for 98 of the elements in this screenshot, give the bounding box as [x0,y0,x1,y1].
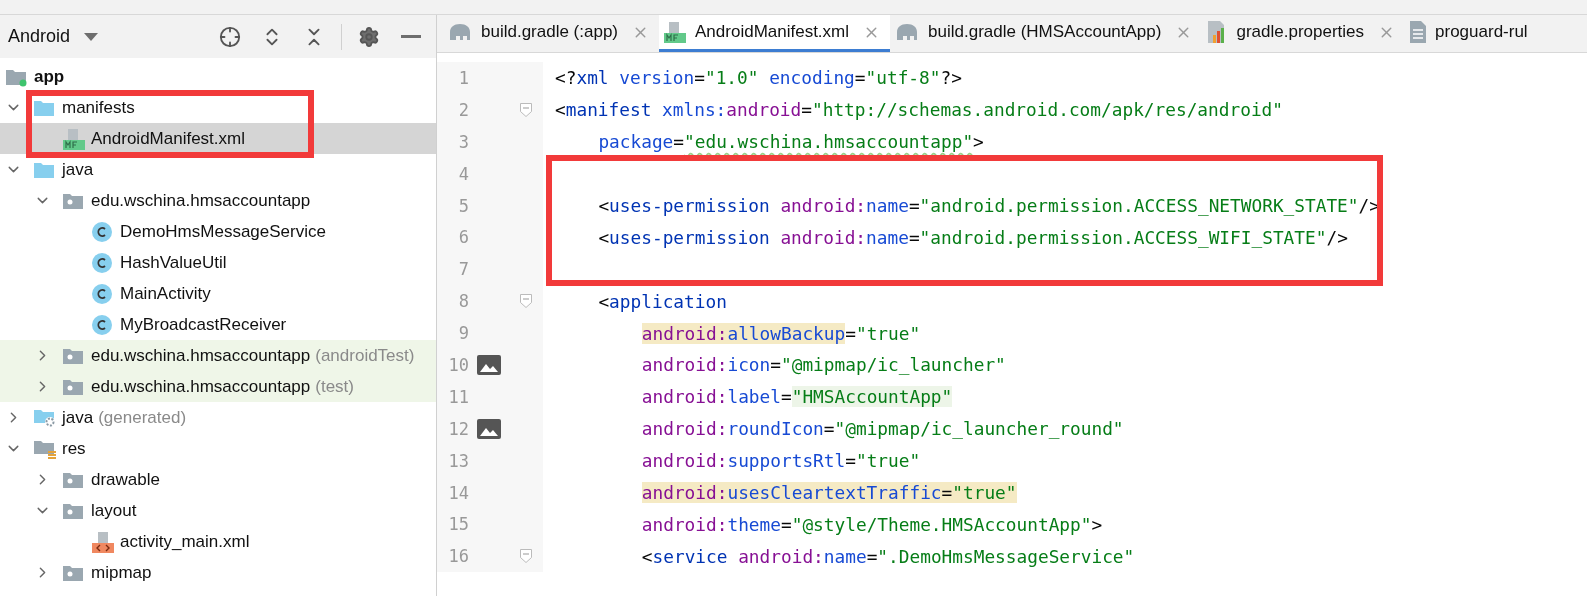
fold-marker-icon[interactable] [520,102,532,117]
line-number: 15 [447,514,469,535]
elephant-icon [447,22,473,42]
tree-item[interactable]: MyBroadcastReceiver [0,309,436,340]
class-icon [91,313,113,336]
class-icon [91,282,113,305]
package-folder-icon [62,191,84,210]
item-name: drawable [91,469,160,490]
minimize-icon [401,35,421,38]
line-number: 2 [457,99,469,120]
code-line: <manifest xmlns:android="http://schemas.android.com/apk/res/android" [554,99,1283,121]
item-name: edu.wschina.hmsaccountapp [91,190,311,211]
code-line: package="edu.wschina.hmsaccountapp"> [597,131,984,153]
item-name: mipmap [91,562,152,583]
tree-item[interactable]: mipmap [0,557,436,588]
generated-folder-icon [33,407,57,428]
item-name: HashValueUtil [120,252,227,273]
folder-icon [33,98,55,117]
fold-marker-icon[interactable] [520,294,532,309]
tree-item[interactable]: edu.wschina.hmsaccountapp (androidTest) [0,340,436,371]
item-name: edu.wschina.hmsaccountapp [91,345,311,366]
tree-item[interactable]: edu.wschina.hmsaccountapp [0,185,436,216]
line-number: 1 [457,67,469,88]
editor-tab[interactable]: build.gradle (HMSAccountApp) [890,15,1203,52]
resource-folder-icon [33,438,57,459]
fold-marker-icon[interactable] [520,549,532,564]
tree-item[interactable]: app [0,61,436,92]
class-icon [91,251,113,274]
item-name: java [62,407,94,428]
item-name: activity_main.xml [120,531,250,552]
item-name: AndroidManifest.xml [91,128,245,149]
code-line: android:usesCleartextTraffic="true" [640,482,1017,503]
code-line: <service android:name=".DemoHmsMessageService" [640,545,1135,567]
class-icon [91,220,113,243]
line-number: 9 [457,323,469,344]
tree-item[interactable]: edu.wschina.hmsaccountapp (test) [0,371,436,402]
line-number: 14 [447,482,469,503]
folder-icon [33,160,55,179]
item-suffix: (test) [315,376,354,397]
line-number: 8 [457,291,469,312]
tree-item[interactable]: res [0,433,436,464]
item-name: manifests [62,97,135,118]
tree-item[interactable]: DemoHmsMessageService [0,216,436,247]
line-number: 13 [447,450,469,471]
layout-file-icon [91,530,115,553]
tree-item[interactable]: HashValueUtil [0,247,436,278]
line-number: 10 [447,354,469,375]
code-line: <uses-permission android:name="android.permission.ACCESS_WIFI_STATE"/> [597,226,1348,248]
tree-item[interactable]: layout [0,495,436,526]
tree-item[interactable]: activity_main.xml [0,526,436,557]
item-suffix: (androidTest) [315,345,415,366]
code-line: android:label="HMSAccountApp" [640,386,953,408]
item-name: MyBroadcastReceiver [120,314,287,335]
item-name: MainActivity [120,283,211,304]
code-line: android:supportsRtl="true" [640,450,921,472]
line-number: 7 [457,259,469,280]
package-folder-icon [62,346,84,365]
code-line: android:theme="@style/Theme.HMSAccountApp"> [640,513,1103,535]
item-name: layout [91,500,137,521]
item-name: edu.wschina.hmsaccountapp [91,376,311,397]
caret-icon [84,32,99,41]
crosshair-icon [219,25,241,48]
item-name: java [62,159,94,180]
line-number: 6 [457,227,469,248]
tree-item[interactable]: manifests [0,92,436,123]
tree-item[interactable]: java (generated) [0,402,436,433]
package-folder-icon [62,470,84,489]
package-folder-icon [62,501,84,520]
package-folder-icon [62,377,84,396]
line-number: 12 [447,418,469,439]
editor-tab[interactable]: AndroidManifest.xml [659,15,891,52]
code-line: <?xml version="1.0" encoding="utf-8"?> [554,67,962,89]
tree-item[interactable]: drawable [0,464,436,495]
item-name: DemoHmsMessageService [120,221,326,242]
line-number: 11 [447,386,469,407]
line-number: 16 [447,546,469,567]
code-line: <application [597,290,727,312]
code-line: android:icon="@mipmap/ic_launcher" [640,354,1006,376]
package-folder-icon [62,563,84,582]
line-number: 5 [457,195,469,216]
tree-item[interactable]: MainActivity [0,278,436,309]
module-name: app [34,66,65,87]
editor-tab[interactable]: gradle.properties [1202,15,1406,52]
manifest-file-icon [663,21,688,43]
view-dropdown[interactable]: Android [8,26,99,47]
editor-tab[interactable]: build.gradle (:app) [443,15,660,52]
code-line: android:allowBackup="true" [640,322,921,344]
settings-icon [358,25,380,48]
manifest-file-icon [62,127,86,150]
tree-item[interactable]: java [0,154,436,185]
item-name: res [62,438,86,459]
line-number: 4 [457,163,469,184]
editor-tab[interactable]: proguard-rul [1405,15,1538,52]
text-file-icon [1409,20,1428,44]
line-number: 3 [457,131,469,152]
code-line: android:roundIcon="@mipmap/ic_launcher_round" [640,418,1124,440]
item-suffix: (generated) [98,407,187,428]
tree-item[interactable]: AndroidManifest.xml [0,123,436,154]
